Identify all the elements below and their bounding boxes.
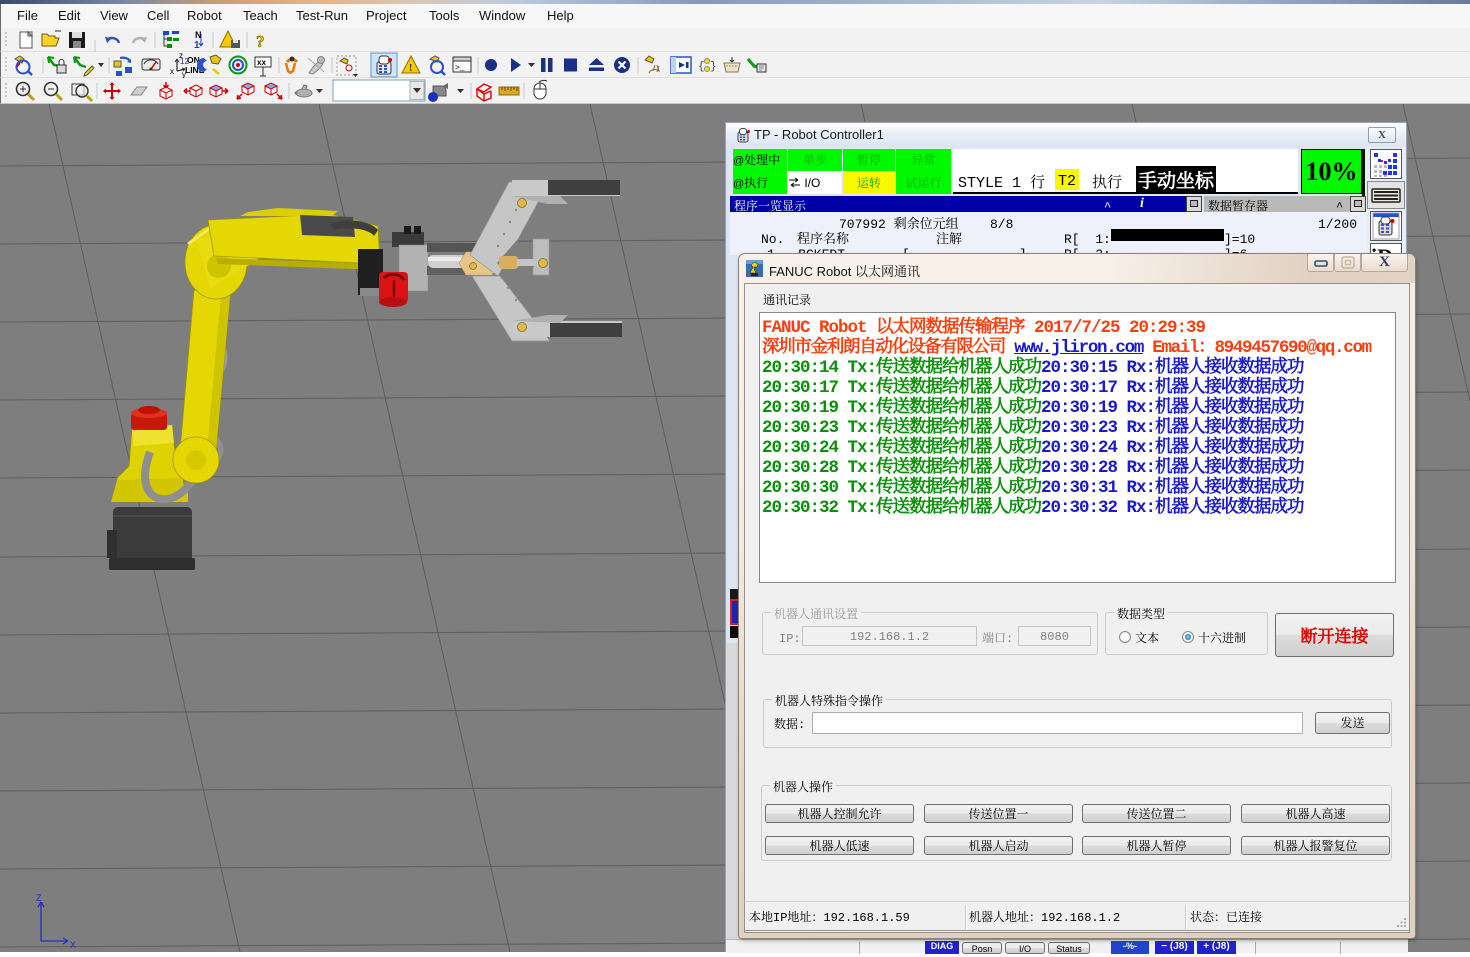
- svg-text:?: ?: [256, 32, 265, 51]
- svg-text:}: }: [710, 61, 717, 73]
- svg-text:{: {: [698, 61, 705, 73]
- svg-text:>_: >_: [455, 64, 465, 73]
- svg-text:X: X: [70, 940, 76, 950]
- svg-text:xx: xx: [257, 58, 266, 67]
- svg-text:1: 1: [194, 40, 200, 51]
- svg-text:x: x: [170, 67, 174, 76]
- svg-text:!: !: [409, 63, 412, 74]
- svg-text:Z: Z: [36, 893, 42, 903]
